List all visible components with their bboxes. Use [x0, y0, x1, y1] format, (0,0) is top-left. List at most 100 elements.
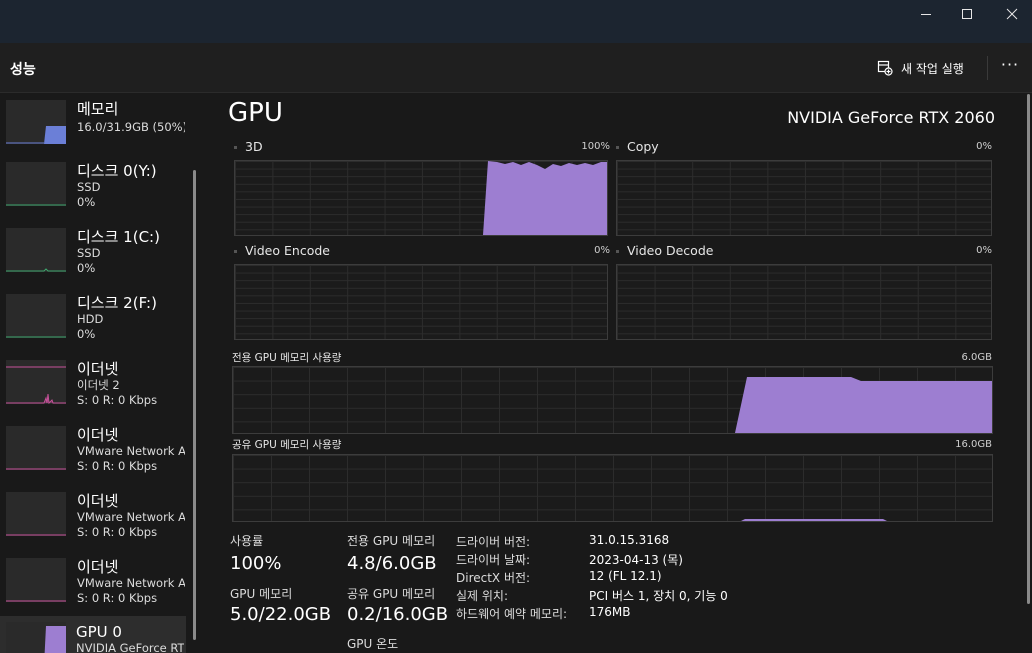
sidebar-item-usage: 0%	[77, 327, 96, 341]
minimize-icon	[921, 14, 931, 15]
graph-3d	[234, 160, 608, 236]
sidebar-item-usage: S: 0 R: 0 Kbps	[77, 591, 158, 605]
sidebar-item-name: 메모리	[77, 100, 119, 118]
sidebar-item-ethernet-1[interactable]: 이더넷 이더넷 2 S: 0 R: 0 Kbps	[0, 358, 186, 424]
reserved-memory-key: 하드웨어 예약 메모리:	[456, 607, 568, 621]
graph-dedicated-memory	[232, 366, 993, 434]
graph-video-decode	[616, 264, 992, 340]
shared-memory-stat-value: 0.2/16.0GB	[347, 604, 449, 625]
gpu-model-name: NVIDIA GeForce RTX 2060	[787, 108, 995, 127]
sidebar-item-disk-2[interactable]: 디스크 2(F:) HDD 0%	[0, 292, 186, 358]
page-header: 성능 새 작업 실행 ···	[0, 43, 1032, 93]
dedicated-memory-label: 전용 GPU 메모리 사용량	[232, 352, 342, 364]
engine-max-copy: 0%	[976, 141, 992, 152]
directx-version-value: 12 (FL 12.1)	[589, 569, 662, 583]
sidebar-item-detail: VMware Network Adapter	[77, 576, 185, 590]
engine-label-video-encode: Video Encode	[234, 243, 330, 258]
ethernet-4-thumbnail	[6, 558, 66, 602]
sidebar-item-name: 디스크 0(Y:)	[77, 162, 157, 180]
engine-label-copy: Copy	[616, 139, 659, 154]
driver-date-key: 드라이버 날짜:	[456, 553, 531, 567]
utilization-label: 사용률	[230, 534, 264, 548]
maximize-button[interactable]	[944, 0, 990, 28]
engine-name: Video Encode	[245, 243, 330, 258]
sidebar-item-usage: 0%	[77, 261, 96, 275]
sidebar-item-disk-0[interactable]: 디스크 0(Y:) SSD 0%	[0, 160, 186, 226]
sidebar-item-ethernet-3[interactable]: 이더넷 VMware Network Adapter VMnet8 S: 0 R…	[0, 490, 186, 556]
sidebar-item-name: GPU 0	[76, 623, 122, 641]
ethernet-2-thumbnail	[6, 426, 66, 470]
sidebar-item-detail: 16.0/31.9GB (50%)	[77, 120, 185, 134]
driver-version-key: 드라이버 버전:	[456, 535, 531, 549]
title-bar	[0, 0, 1032, 43]
sidebar-item-ethernet-4[interactable]: 이더넷 VMware Network Adapter S: 0 R: 0 Kbp…	[0, 556, 186, 622]
physical-location-value: PCI 버스 1, 장치 0, 기능 0	[589, 589, 728, 603]
sidebar-item-usage: 0%	[77, 195, 96, 209]
driver-date-value: 2023-04-13 (목)	[589, 553, 683, 567]
dedicated-memory-max: 6.0GB	[961, 352, 992, 363]
sidebar-item-detail: SSD	[77, 246, 101, 260]
dedicated-memory-stat-value: 4.8/6.0GB	[347, 553, 437, 574]
sidebar-item-name: 이더넷	[77, 426, 119, 444]
engine-name: 3D	[245, 139, 263, 154]
engine-max-video-encode: 0%	[594, 245, 610, 256]
new-task-icon	[877, 60, 893, 76]
shared-memory-max: 16.0GB	[955, 439, 992, 450]
disk-2-thumbnail	[6, 294, 66, 338]
ethernet-3-thumbnail	[6, 492, 66, 536]
driver-version-value: 31.0.15.3168	[589, 533, 670, 547]
minimize-button[interactable]	[903, 0, 949, 28]
header-divider	[987, 56, 988, 80]
dedicated-memory-stat-label: 전용 GPU 메모리	[347, 534, 436, 548]
sidebar-item-gpu-0[interactable]: GPU 0 NVIDIA GeForce RTX 2060	[0, 616, 186, 653]
gpu-memory-label: GPU 메모리	[230, 587, 293, 601]
engine-name: Copy	[627, 139, 659, 154]
sidebar-item-detail: 이더넷 2	[77, 378, 120, 392]
disk-0-thumbnail	[6, 162, 66, 206]
page-heading: GPU	[228, 98, 283, 128]
more-options-button[interactable]: ···	[998, 57, 1022, 78]
maximize-icon	[962, 9, 972, 19]
gpu-memory-value: 5.0/22.0GB	[230, 604, 332, 625]
sidebar-item-name: 이더넷	[77, 492, 119, 510]
sidebar-item-name: 디스크 1(C:)	[77, 228, 160, 246]
performance-sidebar: 메모리 16.0/31.9GB (50%) 디스크 0(Y:) SSD 0% 디…	[0, 94, 190, 653]
shared-memory-stat-label: 공유 GPU 메모리	[347, 587, 436, 601]
gpu-temperature-label: GPU 온도	[347, 637, 399, 651]
directx-version-key: DirectX 버전:	[456, 571, 531, 585]
engine-label-video-decode: Video Decode	[616, 243, 713, 258]
sidebar-item-ethernet-2[interactable]: 이더넷 VMware Network Adapter VMnet1 S: 0 R…	[0, 424, 186, 490]
engine-name: Video Decode	[627, 243, 714, 258]
sidebar-item-usage: S: 0 R: 0 Kbps	[77, 459, 158, 473]
utilization-value: 100%	[230, 553, 282, 574]
close-button[interactable]	[989, 0, 1032, 28]
sidebar-item-detail: VMware Network Adapter VMnet8	[77, 510, 185, 524]
sidebar-item-detail: NVIDIA GeForce RTX 2060	[76, 641, 184, 653]
engine-max-video-decode: 0%	[976, 245, 992, 256]
shared-memory-label: 공유 GPU 메모리 사용량	[232, 439, 342, 451]
sidebar-item-name: 이더넷	[77, 558, 119, 576]
reserved-memory-value: 176MB	[589, 605, 631, 619]
sidebar-item-usage: S: 0 R: 0 Kbps	[77, 525, 158, 539]
main-scrollbar[interactable]	[1027, 94, 1030, 604]
sidebar-scrollbar[interactable]	[193, 170, 196, 640]
sidebar-item-usage: S: 0 R: 0 Kbps	[77, 393, 158, 407]
sidebar-item-detail: VMware Network Adapter VMnet1	[77, 444, 185, 458]
sidebar-item-memory[interactable]: 메모리 16.0/31.9GB (50%)	[0, 94, 186, 160]
graph-copy	[616, 160, 992, 236]
ethernet-1-thumbnail	[6, 360, 66, 405]
close-icon	[1006, 8, 1018, 20]
engine-label-3d: 3D	[234, 139, 263, 154]
sidebar-item-detail: HDD	[77, 312, 104, 326]
sidebar-item-disk-1[interactable]: 디스크 1(C:) SSD 0%	[0, 226, 186, 292]
graph-shared-memory	[232, 454, 993, 522]
gpu-0-thumbnail	[6, 622, 66, 653]
sidebar-item-name: 디스크 2(F:)	[77, 294, 157, 312]
page-title: 성능	[10, 62, 36, 78]
disk-1-thumbnail	[6, 228, 66, 272]
engine-max-3d: 100%	[581, 141, 610, 152]
sidebar-item-name: 이더넷	[77, 360, 119, 378]
sidebar-item-detail: SSD	[77, 180, 101, 194]
run-new-task-label: 새 작업 실행	[901, 61, 964, 76]
run-new-task-button[interactable]: 새 작업 실행	[877, 57, 964, 79]
